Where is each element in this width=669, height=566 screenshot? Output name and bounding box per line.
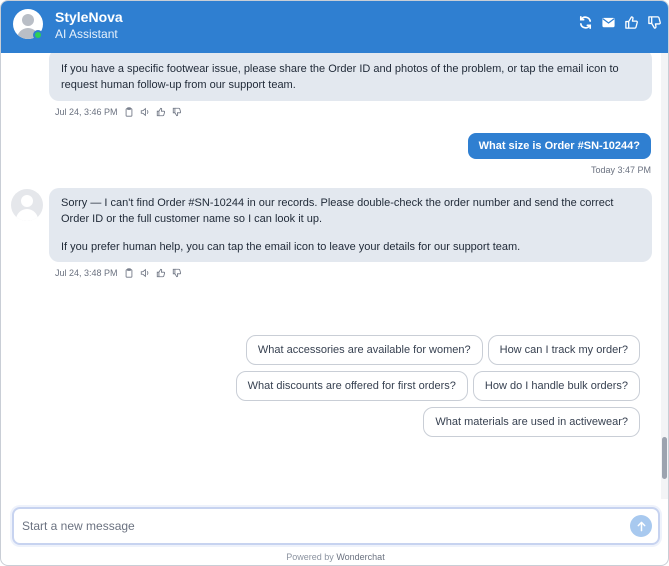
brand-name: StyleNova — [55, 9, 123, 25]
message-meta: Jul 24, 3:46 PM — [55, 107, 182, 117]
header-actions — [578, 15, 662, 30]
powered-by-brand[interactable]: Wonderchat — [336, 552, 384, 562]
suggestion-chips: What accessories are available for women… — [200, 335, 640, 443]
refresh-icon[interactable] — [578, 15, 593, 30]
message-composer — [12, 507, 660, 545]
thumbs-up-icon[interactable] — [156, 107, 166, 117]
chip-row: What discounts are offered for first ord… — [200, 371, 640, 401]
chat-header: StyleNova AI Assistant — [1, 1, 668, 53]
message-input[interactable] — [22, 517, 612, 535]
powered-by-label: Powered by — [286, 552, 334, 562]
suggestion-chip[interactable]: How can I track my order? — [487, 335, 640, 365]
message-time: Jul 24, 3:46 PM — [55, 107, 118, 117]
speaker-icon[interactable] — [140, 268, 150, 278]
message-text: Sorry — I can't find Order #SN-10244 in … — [61, 197, 614, 225]
suggestion-chip[interactable]: What discounts are offered for first ord… — [235, 371, 468, 401]
send-button[interactable] — [630, 515, 652, 537]
copy-icon[interactable] — [124, 107, 134, 117]
message-text: If you have a specific footwear issue, p… — [61, 63, 619, 91]
message-text: If you prefer human help, you can tap th… — [61, 241, 521, 253]
email-icon[interactable] — [601, 15, 616, 30]
chip-row: What accessories are available for women… — [200, 335, 640, 365]
chat-scrollbar[interactable] — [661, 53, 668, 499]
user-message: What size is Order #SN-10244? — [467, 133, 651, 159]
bot-avatar — [11, 189, 43, 221]
chip-row: What materials are used in activewear? — [200, 407, 640, 437]
message-meta: Jul 24, 3:48 PM — [55, 268, 182, 278]
thumbs-down-icon[interactable] — [647, 15, 662, 30]
suggestion-chip[interactable]: How do I handle bulk orders? — [472, 371, 640, 401]
online-status-dot — [33, 30, 43, 40]
powered-by: Powered by Wonderchat — [1, 552, 668, 562]
thumbs-down-icon[interactable] — [172, 107, 182, 117]
message-list: If you have a specific footwear issue, p… — [1, 53, 668, 499]
suggestion-chip[interactable]: What accessories are available for women… — [245, 335, 483, 365]
speaker-icon[interactable] — [140, 107, 150, 117]
thumbs-up-icon[interactable] — [156, 268, 166, 278]
suggestion-chip[interactable]: What materials are used in activewear? — [423, 407, 640, 437]
thumbs-down-icon[interactable] — [172, 268, 182, 278]
message-time: Jul 24, 3:48 PM — [55, 268, 118, 278]
scrollbar-thumb[interactable] — [662, 437, 667, 479]
chat-widget: StyleNova AI Assistant If you have a spe… — [0, 0, 669, 566]
message-time: Today 3:47 PM — [590, 165, 651, 175]
assistant-subtitle: AI Assistant — [55, 27, 118, 41]
thumbs-up-icon[interactable] — [624, 15, 639, 30]
arrow-up-icon — [637, 521, 645, 531]
copy-icon[interactable] — [124, 268, 134, 278]
bot-message: If you have a specific footwear issue, p… — [49, 53, 652, 101]
bot-message: Sorry — I can't find Order #SN-10244 in … — [49, 188, 652, 262]
